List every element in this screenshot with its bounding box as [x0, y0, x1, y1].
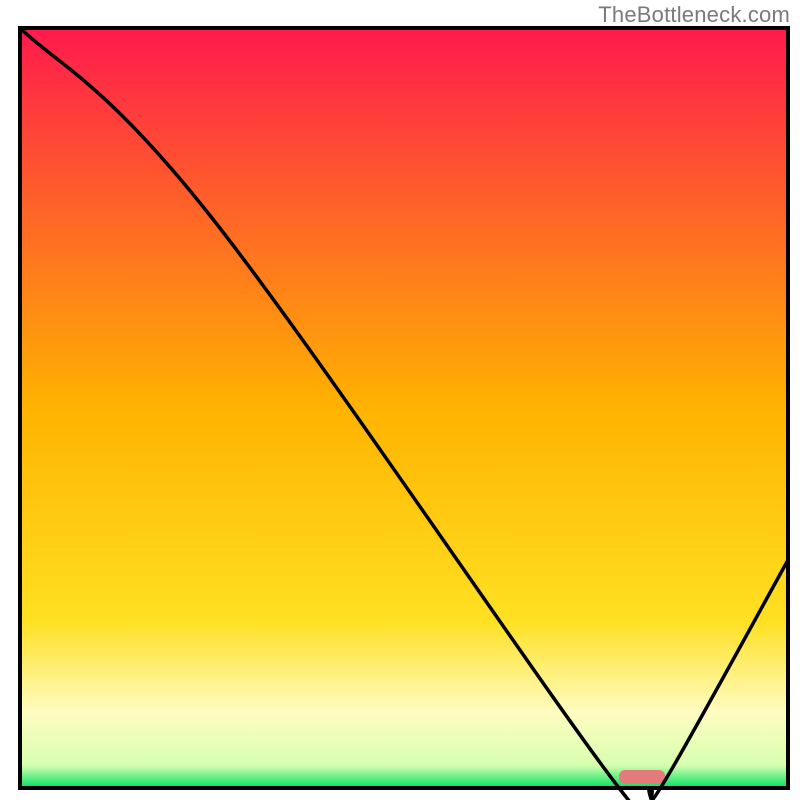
plot-background	[20, 28, 788, 788]
bottleneck-chart	[0, 0, 800, 800]
attribution-text: TheBottleneck.com	[598, 2, 790, 28]
chart-canvas: TheBottleneck.com	[0, 0, 800, 800]
optimum-marker	[619, 770, 665, 784]
